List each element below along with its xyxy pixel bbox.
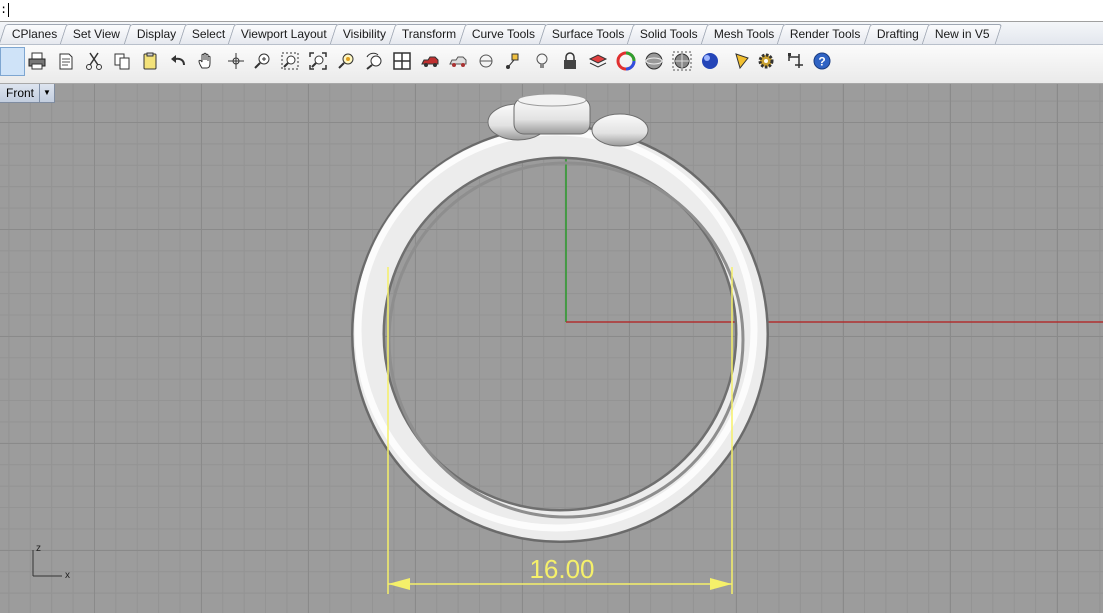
tab-visibility[interactable]: Visibility: [329, 24, 399, 44]
svg-text:?: ?: [818, 55, 825, 69]
dimension-arrow-left: [388, 578, 410, 590]
cone-light-icon[interactable]: [730, 49, 754, 73]
undo-icon[interactable]: [166, 49, 190, 73]
side-stone-right: [591, 113, 649, 147]
tab-viewport-layout[interactable]: Viewport Layout: [227, 24, 340, 44]
point-icon[interactable]: [474, 49, 498, 73]
viewport-name: Front: [6, 86, 35, 100]
ring-model: [351, 93, 769, 543]
cut-icon[interactable]: [82, 49, 106, 73]
paste-icon[interactable]: [138, 49, 162, 73]
copy-icon[interactable]: [110, 49, 134, 73]
viewport-title[interactable]: Front ▼: [0, 84, 55, 103]
four-viewports-icon[interactable]: [390, 49, 414, 73]
shaded-car-icon[interactable]: [446, 49, 470, 73]
tab-render-tools[interactable]: Render Tools: [777, 24, 874, 44]
zoom-icon[interactable]: [250, 49, 274, 73]
standard-toolbar: ?: [0, 45, 1103, 84]
print-icon[interactable]: [25, 49, 49, 73]
tab-mesh-tools[interactable]: Mesh Tools: [700, 24, 787, 44]
command-prompt: :: [0, 3, 8, 17]
command-line[interactable]: :: [0, 0, 1103, 22]
front-viewport[interactable]: 16.00 z x Front ▼: [0, 84, 1103, 613]
tab-set-view[interactable]: Set View: [60, 24, 133, 44]
dimension-icon[interactable]: [784, 49, 808, 73]
diameter-dimension: 16.00: [387, 267, 733, 594]
toolbar-selected-slot[interactable]: [0, 47, 25, 76]
cplane-axis-icon: z x: [32, 543, 70, 581]
axis-label-horizontal: x: [65, 570, 70, 581]
pan-icon[interactable]: [194, 49, 218, 73]
rotate-view-icon[interactable]: [224, 49, 248, 73]
viewport-scene: 16.00 z x: [32, 93, 1103, 594]
lock-icon[interactable]: [558, 49, 582, 73]
tab-drafting[interactable]: Drafting: [863, 24, 932, 44]
car-icon[interactable]: [418, 49, 442, 73]
object-snap-icon[interactable]: [502, 49, 526, 73]
light-icon[interactable]: [530, 49, 554, 73]
help-icon[interactable]: ?: [810, 49, 834, 73]
layer-icon[interactable]: [586, 49, 610, 73]
shaded-sphere-icon[interactable]: [642, 49, 666, 73]
tab-display[interactable]: Display: [123, 24, 189, 44]
tab-curve-tools[interactable]: Curve Tools: [459, 24, 548, 44]
dimension-arrow-right: [710, 578, 732, 590]
color-wheel-icon[interactable]: [614, 49, 638, 73]
options-gear-icon[interactable]: [754, 49, 778, 73]
render-sphere-icon[interactable]: [698, 49, 722, 73]
axis-label-vertical: z: [36, 543, 41, 554]
properties-icon[interactable]: [54, 49, 78, 73]
tab-surface-tools[interactable]: Surface Tools: [538, 24, 637, 44]
undo-view-icon[interactable]: [362, 49, 386, 73]
tab-new-in-v5[interactable]: New in V5: [921, 24, 1002, 44]
rendered-sphere-icon[interactable]: [670, 49, 694, 73]
tab-transform[interactable]: Transform: [388, 24, 469, 44]
dimension-value: 16.00: [529, 554, 594, 584]
zoom-selected-icon[interactable]: [334, 49, 358, 73]
chevron-down-icon[interactable]: ▼: [39, 84, 54, 102]
text-caret: [8, 3, 9, 17]
zoom-window-icon[interactable]: [278, 49, 302, 73]
zoom-extents-icon[interactable]: [306, 49, 330, 73]
tab-cplanes[interactable]: CPlanes: [0, 24, 70, 44]
tab-solid-tools[interactable]: Solid Tools: [626, 24, 711, 44]
toolbar-tab-strip: CPlanes Set View Display Select Viewport…: [0, 22, 1103, 45]
